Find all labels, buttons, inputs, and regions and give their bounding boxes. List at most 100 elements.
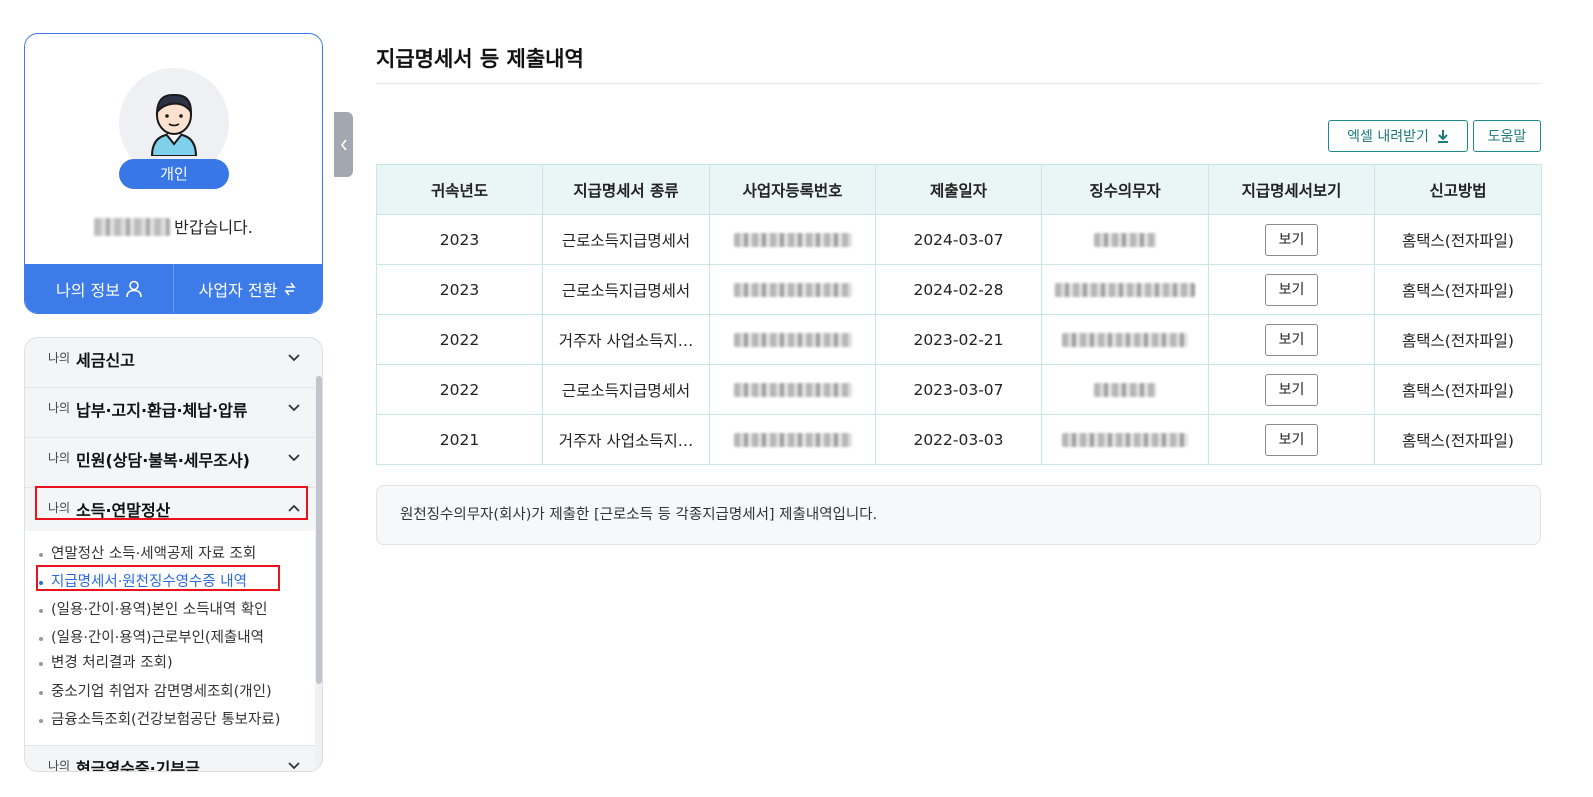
person-avatar-icon bbox=[150, 93, 198, 156]
menu-prefix: 나의 bbox=[48, 351, 71, 365]
filing-method-cell: 홈택스(전자파일) bbox=[1374, 264, 1542, 315]
view-statement-button[interactable]: 보기 bbox=[1265, 373, 1318, 406]
user-type-badge: 개인 bbox=[119, 159, 229, 189]
menu-section-title: 소득·연말정산 bbox=[76, 501, 171, 520]
filing-method-cell: 홈택스(전자파일) bbox=[1374, 214, 1542, 265]
sidebar-collapse-handle[interactable] bbox=[334, 112, 353, 177]
excel-download-button[interactable]: 엑셀 내려받기 bbox=[1328, 120, 1468, 152]
submenu-denial-request-continued[interactable]: 변경 처리결과 조회) bbox=[39, 651, 173, 676]
view-cell: 보기 bbox=[1208, 314, 1375, 365]
statement-type-cell: 근로소득지급명세서 bbox=[542, 214, 710, 265]
masked-business-number bbox=[733, 433, 852, 447]
chevron-down-icon bbox=[288, 762, 300, 770]
withholding-agent-cell bbox=[1041, 364, 1209, 415]
masked-withholding-agent bbox=[1055, 283, 1195, 297]
column-header: 신고방법 bbox=[1374, 164, 1542, 215]
menu-section-title: 납부·고지·환급·체납·압류 bbox=[76, 401, 248, 420]
masked-withholding-agent bbox=[1094, 383, 1156, 397]
view-statement-button[interactable]: 보기 bbox=[1265, 273, 1318, 306]
masked-business-number bbox=[733, 283, 852, 297]
help-button[interactable]: 도움말 bbox=[1473, 120, 1541, 152]
masked-withholding-agent bbox=[1062, 333, 1188, 347]
column-header: 지급명세서보기 bbox=[1208, 164, 1375, 215]
greeting: 반갑습니다. bbox=[25, 214, 322, 238]
excel-download-label: 엑셀 내려받기 bbox=[1347, 129, 1429, 145]
view-statement-button[interactable]: 보기 bbox=[1265, 323, 1318, 356]
business-number-cell bbox=[709, 414, 876, 465]
business-number-cell bbox=[709, 264, 876, 315]
masked-business-number bbox=[733, 333, 852, 347]
year-cell: 2021 bbox=[376, 414, 543, 465]
table-row: 2022 근로소득지급명세서 2023-03-07 보기 홈택스(전자파일) bbox=[376, 364, 1542, 415]
submenu-daily-income-check[interactable]: (일용·간이·용역)본인 소득내역 확인 bbox=[39, 598, 268, 623]
column-header: 제출일자 bbox=[875, 164, 1042, 215]
my-info-label: 나의 정보 bbox=[56, 280, 120, 300]
view-statement-button[interactable]: 보기 bbox=[1265, 223, 1318, 256]
notice-box: 원천징수의무자(회사)가 제출한 [근로소득 등 각종지급명세서] 제출내역입니… bbox=[376, 485, 1541, 545]
statement-type-cell: 거주자 사업소득지… bbox=[542, 414, 710, 465]
chevron-left-icon bbox=[340, 139, 347, 150]
masked-withholding-agent bbox=[1094, 233, 1156, 247]
income-settlement-submenu: 연말정산 소득·세액공제 자료 조회 지급명세서·원천징수영수증 내역 (일용·… bbox=[25, 531, 315, 746]
menu-prefix: 나의 bbox=[48, 401, 71, 415]
menu-prefix: 나의 bbox=[48, 759, 71, 772]
chevron-down-icon bbox=[288, 404, 300, 412]
submission-date-cell: 2022-03-03 bbox=[875, 414, 1042, 465]
filing-method-cell: 홈택스(전자파일) bbox=[1374, 314, 1542, 365]
page-title: 지급명세서 등 제출내역 bbox=[376, 47, 584, 71]
switch-arrows-icon bbox=[284, 282, 296, 295]
menu-section-title: 현금영수증·기부금 bbox=[76, 759, 200, 772]
menu-section-cash-receipt[interactable]: 나의 현금영수증·기부금 bbox=[25, 746, 315, 772]
submission-history-table: 귀속년도 지급명세서 종류 사업자등록번호 제출일자 징수의무자 지급명세서보기… bbox=[376, 164, 1542, 465]
masked-user-name bbox=[94, 218, 171, 236]
column-header: 징수의무자 bbox=[1041, 164, 1209, 215]
profile-card: 개인 반갑습니다. 나의 정보 사업자 전환 bbox=[24, 33, 323, 314]
title-divider bbox=[376, 83, 1541, 84]
person-icon bbox=[126, 280, 142, 297]
side-menu-scrollbar[interactable] bbox=[316, 376, 322, 684]
submenu-sme-reduction[interactable]: 중소기업 취업자 감면명세조회(개인) bbox=[39, 680, 272, 705]
withholding-agent-cell bbox=[1041, 264, 1209, 315]
masked-withholding-agent bbox=[1062, 433, 1188, 447]
statement-type-cell: 거주자 사업소득지… bbox=[542, 314, 710, 365]
menu-section-civil-affairs[interactable]: 나의 민원(상담·불복·세무조사) bbox=[25, 438, 315, 488]
table-row: 2022 거주자 사업소득지… 2023-02-21 보기 홈택스(전자파일) bbox=[376, 314, 1542, 365]
download-icon bbox=[1437, 130, 1448, 143]
filing-method-cell: 홈택스(전자파일) bbox=[1374, 414, 1542, 465]
chevron-down-icon bbox=[288, 354, 300, 362]
table-row: 2021 거주자 사업소득지… 2022-03-03 보기 홈택스(전자파일) bbox=[376, 414, 1542, 465]
table-row: 2023 근로소득지급명세서 2024-03-07 보기 홈택스(전자파일) bbox=[376, 214, 1542, 265]
menu-section-title: 민원(상담·불복·세무조사) bbox=[76, 451, 250, 470]
my-info-button[interactable]: 나의 정보 bbox=[25, 264, 173, 313]
menu-section-tax-filing[interactable]: 나의 세금신고 bbox=[25, 338, 315, 388]
year-cell: 2023 bbox=[376, 214, 543, 265]
view-cell: 보기 bbox=[1208, 414, 1375, 465]
year-cell: 2023 bbox=[376, 264, 543, 315]
submenu-denial-request[interactable]: (일용·간이·용역)근로부인(제출내역 bbox=[39, 626, 264, 651]
withholding-agent-cell bbox=[1041, 314, 1209, 365]
view-cell: 보기 bbox=[1208, 264, 1375, 315]
switch-to-business-button[interactable]: 사업자 전환 bbox=[173, 264, 322, 313]
filing-method-cell: 홈택스(전자파일) bbox=[1374, 364, 1542, 415]
statement-type-cell: 근로소득지급명세서 bbox=[542, 364, 710, 415]
masked-business-number bbox=[733, 383, 852, 397]
submission-date-cell: 2024-03-07 bbox=[875, 214, 1042, 265]
menu-section-title: 세금신고 bbox=[76, 351, 135, 370]
year-cell: 2022 bbox=[376, 364, 543, 415]
masked-business-number bbox=[733, 233, 852, 247]
column-header: 귀속년도 bbox=[376, 164, 543, 215]
table-header-row: 귀속년도 지급명세서 종류 사업자등록번호 제출일자 징수의무자 지급명세서보기… bbox=[376, 164, 1542, 215]
submenu-payment-statement-history[interactable]: 지급명세서·원천징수영수증 내역 bbox=[39, 570, 247, 595]
switch-label: 사업자 전환 bbox=[198, 280, 278, 300]
submenu-financial-income[interactable]: 금융소득조회(건강보험공단 통보자료) bbox=[38, 708, 280, 733]
menu-section-payment[interactable]: 나의 납부·고지·환급·체납·압류 bbox=[25, 388, 315, 438]
greeting-text: 반갑습니다. bbox=[174, 218, 253, 237]
chevron-down-icon bbox=[288, 454, 300, 462]
submission-date-cell: 2024-02-28 bbox=[875, 264, 1042, 315]
menu-prefix: 나의 bbox=[48, 501, 71, 515]
withholding-agent-cell bbox=[1041, 214, 1209, 265]
view-statement-button[interactable]: 보기 bbox=[1265, 423, 1318, 456]
business-number-cell bbox=[709, 364, 876, 415]
menu-prefix: 나의 bbox=[48, 451, 71, 465]
submenu-year-end-deduction[interactable]: 연말정산 소득·세액공제 자료 조회 bbox=[38, 542, 256, 567]
